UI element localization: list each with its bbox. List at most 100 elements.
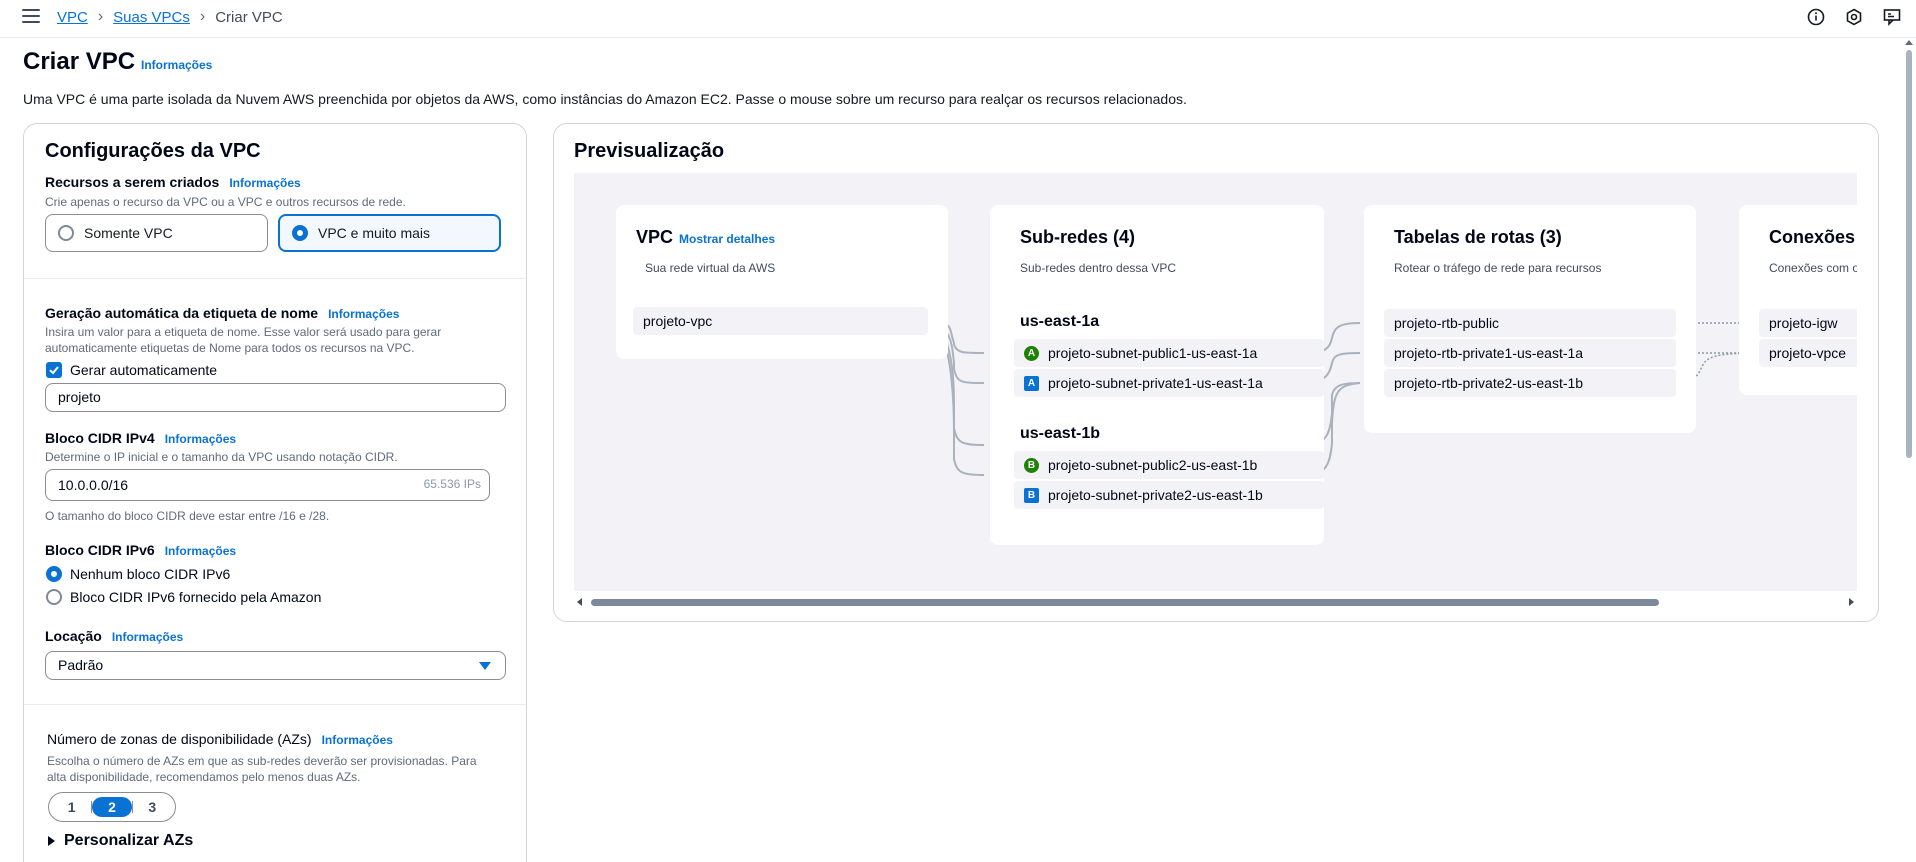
resource-option-vpc-and-more[interactable]: VPC e muito mais [278, 214, 501, 252]
azs-label-text: Número de zonas de disponibilidade (AZs) [47, 731, 312, 747]
ipv6-option-none: Nenhum bloco CIDR IPv6 [70, 566, 231, 582]
connections-card-title: Conexões [1769, 227, 1856, 247]
name-tag-label-text: Geração automática da etiqueta de nome [45, 305, 319, 321]
ipv4-cidr-value: 10.0.0.0/16 [58, 477, 129, 493]
tenancy-label-text: Locação [45, 628, 102, 644]
vpc-card-title: VPC Mostrar detalhes [636, 227, 775, 248]
connection-igw[interactable]: projeto-igw [1759, 309, 1857, 337]
route-table-private1[interactable]: projeto-rtb-private1-us-east-1a [1384, 339, 1676, 367]
ipv4-ip-count: 65.536 IPs [423, 477, 481, 491]
auto-generate-label: Gerar automaticamente [70, 362, 218, 378]
ipv4-cidr-label: Bloco CIDR IPv4 Informações [45, 430, 236, 446]
azs-info-link[interactable]: Informações [322, 733, 393, 747]
page-info-link[interactable]: Informações [141, 58, 212, 72]
tenancy-select[interactable]: Padrão [45, 651, 506, 680]
route-tables-card-title: Tabelas de rotas (3) [1394, 227, 1562, 247]
radio-vpc-only[interactable] [58, 225, 74, 241]
az-option-2[interactable]: 2 [92, 797, 132, 817]
subnet-name: projeto-subnet-private1-us-east-1a [1048, 375, 1263, 391]
preview-horizontal-scrollbar[interactable] [574, 593, 1857, 609]
resources-info-link[interactable]: Informações [229, 176, 300, 190]
azs-segmented-control: 1 2 3 [48, 792, 176, 822]
page-vertical-scrollbar[interactable] [1904, 40, 1914, 862]
settings-icon[interactable] [1844, 7, 1864, 27]
tenancy-label: Locação Informações [45, 628, 183, 644]
subnet-public2[interactable]: B projeto-subnet-public2-us-east-1b [1014, 451, 1324, 479]
scroll-up-icon[interactable] [1905, 40, 1913, 45]
page-title: Criar VPC [23, 48, 136, 75]
radio-no-ipv6[interactable] [46, 566, 62, 582]
radio-vpc-and-more[interactable] [292, 225, 308, 241]
divider [24, 704, 526, 705]
breadcrumb-your-vpcs[interactable]: Suas VPCs [113, 9, 190, 26]
route-tables-card-subtitle: Rotear o tráfego de rede para recursos [1394, 261, 1602, 275]
azs-label: Número de zonas de disponibilidade (AZs)… [47, 731, 393, 747]
page-description: Uma VPC é uma parte isolada da Nuvem AWS… [23, 91, 1187, 107]
vpc-card-subtitle: Sua rede virtual da AWS [645, 261, 776, 275]
scroll-right-icon[interactable] [1849, 598, 1854, 606]
subnets-card-subtitle: Sub-redes dentro dessa VPC [1020, 261, 1177, 275]
chevron-right-icon: › [199, 8, 206, 25]
subnet-name: projeto-subnet-private2-us-east-1b [1048, 487, 1263, 503]
vpc-settings-title: Configurações da VPC [45, 140, 261, 162]
subnets-card: Sub-redes (4) Sub-redes dentro dessa VPC… [990, 205, 1324, 545]
breadcrumb: VPC › Suas VPCs › Criar VPC [57, 8, 283, 26]
az-heading-1b: us-east-1b [1020, 425, 1101, 442]
scrollbar-thumb[interactable] [591, 599, 1659, 606]
az-option-1[interactable]: 1 [52, 799, 91, 815]
connection-vpce[interactable]: projeto-vpce [1759, 339, 1857, 367]
ipv4-cidr-input[interactable]: 10.0.0.0/16 65.536 IPs [45, 469, 490, 501]
route-table-private2[interactable]: projeto-rtb-private2-us-east-1b [1384, 369, 1676, 397]
vpc-card: VPC Mostrar detalhes Sua rede virtual da … [616, 205, 948, 359]
az-option-3[interactable]: 3 [133, 799, 172, 815]
name-tag-description-line1: Insira um valor para a etiqueta de nome.… [45, 325, 442, 339]
resources-label-text: Recursos a serem criados [45, 174, 220, 190]
resource-option-vpc-only[interactable]: Somente VPC [45, 214, 268, 252]
subnet-private2[interactable]: B projeto-subnet-private2-us-east-1b [1014, 481, 1324, 509]
private-subnet-badge-icon: A [1024, 375, 1039, 391]
subnet-private1[interactable]: A projeto-subnet-private1-us-east-1a [1014, 369, 1324, 397]
name-tag-description-line2: automaticamente etiquetas de Nome para t… [45, 341, 415, 355]
caret-right-icon [48, 836, 55, 846]
scroll-left-icon[interactable] [577, 598, 582, 606]
connections-card: Conexões Conexões com o projeto-igw proj… [1739, 205, 1857, 395]
ipv4-cidr-label-text: Bloco CIDR IPv4 [45, 430, 155, 446]
auto-generate-checkbox[interactable] [46, 362, 62, 378]
radio-amazon-ipv6[interactable] [46, 589, 62, 605]
ipv4-info-link[interactable]: Informações [165, 432, 236, 446]
ipv6-info-link[interactable]: Informações [165, 544, 236, 558]
public-subnet-badge-icon: A [1024, 345, 1039, 361]
vpc-card-title-text: VPC [636, 227, 674, 247]
route-table-public[interactable]: projeto-rtb-public [1384, 309, 1676, 337]
breadcrumb-current: Criar VPC [215, 8, 283, 26]
divider [24, 278, 526, 279]
preview-canvas: VPC Mostrar detalhes Sua rede virtual da … [574, 173, 1857, 591]
public-subnet-badge-icon: B [1024, 457, 1039, 473]
azs-description-line1: Escolha o número de AZs em que as sub-re… [47, 754, 477, 768]
ipv6-option-amazon: Bloco CIDR IPv6 fornecido pela Amazon [70, 589, 322, 605]
top-icons [1806, 7, 1902, 27]
subnet-public1[interactable]: A projeto-subnet-public1-us-east-1a [1014, 339, 1324, 367]
vpc-resource[interactable]: projeto-vpc [633, 307, 928, 335]
tenancy-info-link[interactable]: Informações [112, 630, 183, 644]
subnet-name: projeto-subnet-public2-us-east-1b [1048, 457, 1258, 473]
show-details-link[interactable]: Mostrar detalhes [679, 232, 775, 246]
name-tag-info-link[interactable]: Informações [328, 307, 399, 321]
resource-option-label: Somente VPC [84, 225, 173, 241]
ipv4-description: Determine o IP inicial e o tamanho da VP… [45, 450, 398, 464]
resources-description: Crie apenas o recurso da VPC ou a VPC e … [45, 195, 406, 209]
chevron-right-icon: › [97, 8, 104, 25]
breadcrumb-vpc[interactable]: VPC [57, 9, 88, 26]
resources-label: Recursos a serem criados Informações [45, 174, 301, 190]
page-scrollbar-thumb[interactable] [1906, 50, 1912, 458]
tenancy-value: Padrão [58, 657, 104, 673]
vpc-settings-panel: Configurações da VPC Recursos a serem cr… [23, 123, 527, 862]
ipv4-constraint: O tamanho do bloco CIDR deve estar entre… [45, 509, 330, 523]
menu-icon[interactable] [22, 8, 40, 24]
subnet-name: projeto-subnet-public1-us-east-1a [1048, 345, 1258, 361]
info-icon[interactable] [1806, 7, 1826, 27]
name-tag-input[interactable]: projeto [45, 383, 506, 412]
az-heading-1a: us-east-1a [1020, 313, 1100, 330]
customize-azs-expander[interactable]: Personalizar AZs [48, 832, 193, 850]
feedback-icon[interactable] [1882, 7, 1902, 27]
